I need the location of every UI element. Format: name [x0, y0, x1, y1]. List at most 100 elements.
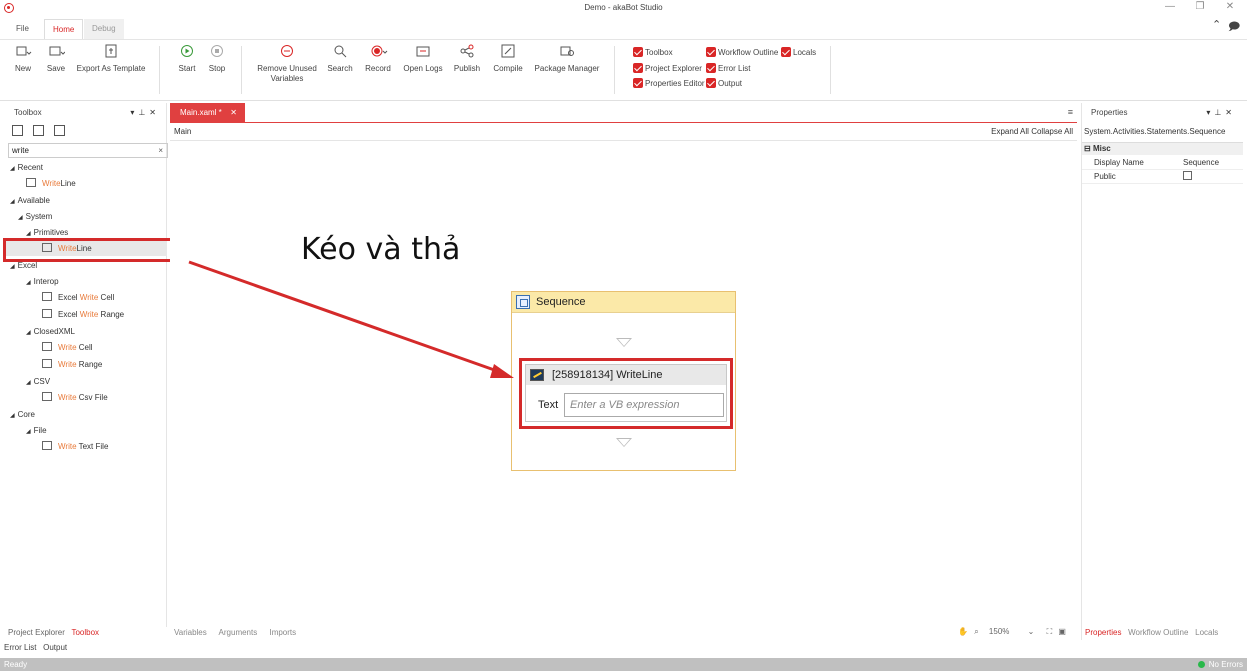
panel-controls[interactable]: ▾⊥✕ [1206, 103, 1236, 123]
error-list-checkbox[interactable]: Error List [706, 63, 750, 74]
package-manager-label: Package Manager [534, 64, 600, 73]
compile-button[interactable]: Compile [492, 44, 524, 74]
expand-triangle-icon: ◢ [26, 380, 31, 386]
locals-check-label: Locals [793, 48, 817, 57]
tree-label: Excel [58, 293, 80, 302]
overview-icon[interactable]: ▣ [1058, 627, 1066, 636]
drop-arrow-icon[interactable] [616, 438, 632, 447]
publish-button[interactable]: Publish [452, 44, 482, 74]
start-button[interactable]: Start [176, 44, 198, 74]
close-tab-icon[interactable]: ✕ [230, 103, 237, 122]
error-list-tab[interactable]: Error List [4, 643, 36, 652]
tree-recent-writeline[interactable]: WriteLine [26, 178, 76, 190]
write-range-icon [42, 359, 52, 368]
tab-list-icon[interactable]: ≡ [1068, 107, 1073, 117]
display-name-value[interactable]: Sequence [1183, 156, 1219, 170]
tree-available[interactable]: ◢ Available [10, 195, 50, 208]
variables-tab[interactable]: Variables [174, 628, 207, 637]
checkbox-checked-icon [633, 47, 643, 57]
workflow-outline-tab[interactable]: Workflow Outline [1128, 628, 1188, 637]
maximize-icon[interactable]: ❐ [1190, 1, 1210, 12]
document-tab-main[interactable]: Main.xaml * ✕ [170, 103, 245, 122]
search-button[interactable]: Search [326, 44, 354, 74]
properties-tab[interactable]: Properties [1085, 628, 1121, 637]
tree-file[interactable]: ◢ File [26, 425, 47, 438]
hand-icon[interactable]: ✋ [958, 627, 968, 636]
zoom-dropdown-icon[interactable]: ⌄ [1028, 627, 1035, 636]
toolbox-check-label: Toolbox [645, 48, 673, 57]
toolbox-checkbox[interactable]: Toolbox [633, 47, 673, 58]
expand-triangle-icon: ◢ [26, 231, 31, 237]
project-explorer-tab[interactable]: Project Explorer [8, 628, 65, 637]
tree-closedxml-write-range[interactable]: Write Range [42, 359, 102, 371]
ribbon-separator [159, 46, 160, 94]
fit-screen-icon[interactable]: ⛶ [1047, 627, 1053, 636]
tree-closedxml[interactable]: ◢ ClosedXML [26, 326, 75, 339]
locals-tab[interactable]: Locals [1195, 628, 1218, 637]
save-button[interactable]: Save [44, 44, 68, 74]
tree-csv[interactable]: ◢ CSV [26, 376, 50, 389]
zoom-icon[interactable]: ⌕ [974, 627, 978, 636]
tab-debug[interactable]: Debug [84, 19, 124, 39]
tree-closedxml-write-cell[interactable]: Write Cell [42, 342, 93, 354]
vb-expression-input[interactable]: Enter a VB expression [564, 393, 724, 417]
writeline-header[interactable]: [258918134] WriteLine [526, 365, 726, 385]
tree-excel-write-cell[interactable]: Excel Write Cell [42, 292, 114, 304]
collapse-all-link[interactable]: Collapse All [1031, 127, 1073, 136]
tree-excel-write-range[interactable]: Excel Write Range [42, 309, 124, 321]
output-checkbox[interactable]: Output [706, 78, 742, 89]
write-cell-icon [42, 342, 52, 351]
open-logs-button[interactable]: Open Logs [402, 44, 444, 74]
share-icon [460, 44, 474, 58]
zoom-level[interactable]: 150% [989, 627, 1009, 636]
properties-header: Properties ▾⊥✕ [1082, 103, 1242, 123]
output-tab[interactable]: Output [43, 643, 67, 652]
arguments-tab[interactable]: Arguments [219, 628, 258, 637]
locals-checkbox[interactable]: Locals [781, 47, 816, 58]
export-template-button[interactable]: Export As Template [76, 44, 146, 74]
package-manager-button[interactable]: Package Manager [534, 44, 600, 74]
export-icon [104, 44, 118, 58]
tree-interop[interactable]: ◢ Interop [26, 276, 59, 289]
feedback-icon[interactable]: 🗩 [1228, 18, 1240, 37]
imports-tab[interactable]: Imports [269, 628, 296, 637]
excel-write-range-icon [42, 309, 52, 318]
output-check-label: Output [718, 79, 743, 88]
public-checkbox[interactable] [1183, 170, 1192, 184]
properties-editor-checkbox[interactable]: Properties Editor [633, 78, 705, 89]
minimize-icon[interactable]: — [1160, 1, 1180, 12]
tree-write-text-file[interactable]: Write Text File [42, 441, 108, 453]
toolbox-search-input[interactable]: write × [8, 143, 168, 158]
misc-section[interactable]: ⊟ Misc [1082, 142, 1243, 155]
tab-file[interactable]: File [8, 19, 37, 39]
toolbox-tab[interactable]: Toolbox [71, 628, 99, 637]
tree-recent[interactable]: ◢ Recent [10, 162, 43, 175]
stop-button[interactable]: Stop [206, 44, 228, 74]
record-button[interactable]: Record [362, 44, 394, 74]
breadcrumb[interactable]: Main [174, 127, 191, 136]
property-key: Display Name [1094, 158, 1144, 167]
tree-core[interactable]: ◢ Core [10, 409, 35, 422]
sequence-header[interactable]: Sequence [512, 292, 735, 313]
project-explorer-checkbox[interactable]: Project Explorer [633, 63, 702, 74]
tree-system[interactable]: ◢ System [18, 211, 52, 224]
tree-label-hl: Write [58, 360, 77, 369]
expand-all-icon[interactable] [12, 125, 23, 136]
remove-unused-variables-button[interactable]: Remove Unused Variables [256, 44, 318, 84]
drop-arrow-icon[interactable] [616, 338, 632, 347]
clear-search-icon[interactable]: × [158, 144, 163, 157]
workflow-outline-checkbox[interactable]: Workflow Outline [706, 47, 778, 58]
close-icon[interactable]: ✕ [1220, 1, 1240, 12]
toolbox-title: Toolbox [14, 108, 42, 117]
tab-home[interactable]: Home [44, 19, 84, 39]
new-button[interactable]: New [12, 44, 34, 74]
writeline-activity[interactable]: [258918134] WriteLine Text Enter a VB ex… [519, 358, 733, 429]
collapse-ribbon-icon[interactable]: ⌃ [1212, 18, 1221, 31]
expand-all-link[interactable]: Expand All [991, 127, 1029, 136]
collapse-all-icon[interactable] [33, 125, 45, 136]
tree-label-hl: Write [42, 179, 61, 188]
list-icon[interactable] [54, 125, 66, 136]
panel-controls[interactable]: ▾⊥✕ [130, 103, 160, 123]
properties-editor-check-label: Properties Editor [645, 79, 705, 88]
tree-csv-write[interactable]: Write Csv File [42, 392, 108, 404]
